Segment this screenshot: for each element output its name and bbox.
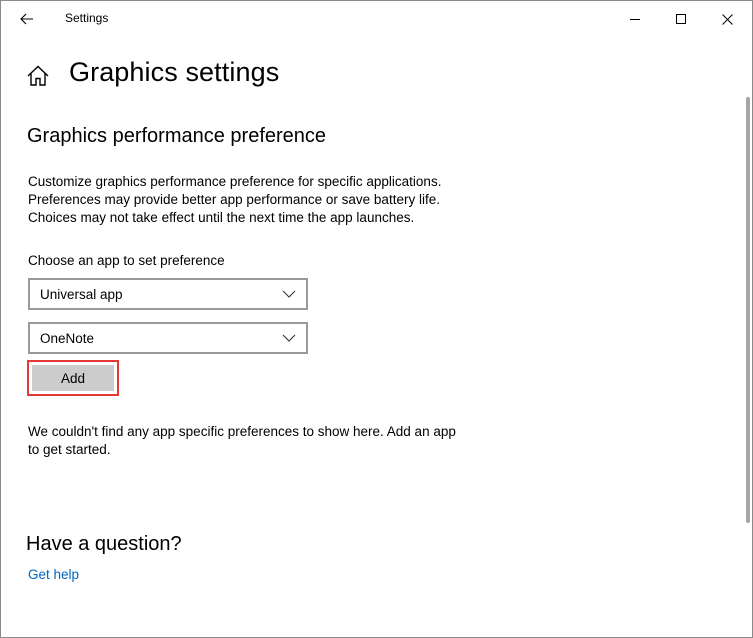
vertical-scrollbar[interactable] (746, 97, 750, 523)
section-title: Graphics performance preference (27, 125, 327, 147)
add-button[interactable]: Add (32, 365, 114, 391)
maximize-icon (676, 14, 686, 24)
settings-window: Settings Graphics settings Graphics perf… (0, 0, 753, 638)
description-line: Customize graphics performance preferenc… (28, 174, 442, 189)
chevron-down-icon (282, 287, 296, 301)
window-title: Settings (65, 11, 109, 25)
page-title: Graphics settings (69, 57, 280, 87)
close-button[interactable] (704, 1, 750, 37)
close-icon (721, 13, 733, 25)
question-title: Have a question? (26, 533, 182, 555)
app-type-value: Universal app (40, 286, 123, 302)
get-help-link[interactable]: Get help (28, 567, 79, 582)
app-dropdown[interactable]: OneNote (28, 322, 308, 354)
section-description: Customize graphics performance preferenc… (28, 173, 488, 227)
back-button[interactable] (9, 3, 45, 35)
description-line: Preferences may provide better app perfo… (28, 192, 440, 207)
minimize-button[interactable] (612, 1, 658, 37)
description-line: Choices may not take effect until the ne… (28, 210, 415, 225)
home-icon[interactable] (25, 63, 51, 89)
app-value: OneNote (40, 330, 95, 346)
chevron-down-icon (282, 331, 296, 345)
add-button-highlight: Add (27, 360, 119, 396)
minimize-icon (630, 19, 640, 20)
empty-state-line: to get started. (28, 442, 111, 457)
choose-app-label: Choose an app to set preference (28, 253, 225, 268)
maximize-button[interactable] (658, 1, 704, 37)
empty-state-message: We couldn't find any app specific prefer… (28, 423, 498, 459)
app-type-dropdown[interactable]: Universal app (28, 278, 308, 310)
title-bar: Settings (1, 1, 752, 37)
empty-state-line: We couldn't find any app specific prefer… (28, 424, 456, 439)
back-arrow-icon (20, 13, 33, 25)
